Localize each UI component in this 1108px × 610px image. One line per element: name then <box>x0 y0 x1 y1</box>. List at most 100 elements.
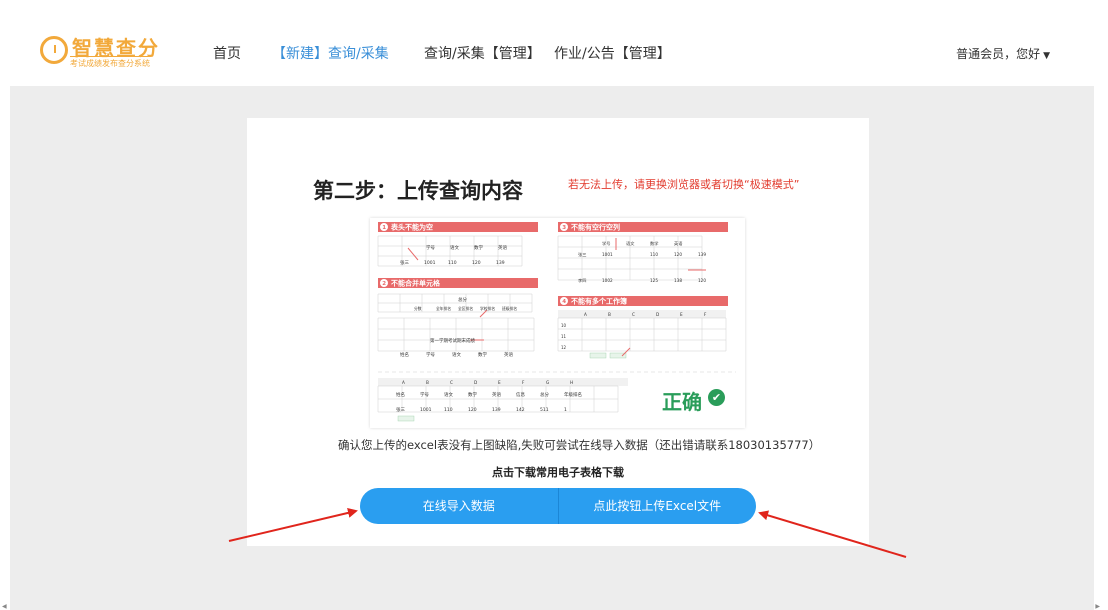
correct-header: 总分 <box>540 391 549 398</box>
section2-title: 不能合并单元格 <box>391 279 441 288</box>
correct-label: 正确 <box>662 390 702 414</box>
correct-header: 学号 <box>420 391 429 398</box>
table1-header: 数学 <box>474 244 483 251</box>
browser-warning: 若无法上传，请更换浏览器或者切换“极速模式” <box>568 178 800 191</box>
online-import-button[interactable]: 在线导入数据 <box>360 488 558 524</box>
table4-sheet1 <box>589 352 607 359</box>
table4-row: 10 <box>561 323 567 328</box>
table1-cell: 120 <box>472 260 481 266</box>
table1-header: 学号 <box>426 244 435 251</box>
nav-homework-manage[interactable]: 作业/公告【管理】 <box>554 43 671 63</box>
table3-cell: 138 <box>674 278 682 283</box>
correct-col: D <box>474 380 477 385</box>
section4-number: 4 <box>562 299 566 305</box>
correct-header: 英语 <box>492 391 501 398</box>
table2-subhead: 分数 <box>414 306 422 311</box>
table2-subhead: 全区排名 <box>458 306 473 311</box>
correct-header: 数学 <box>468 391 477 398</box>
nav-query-manage[interactable]: 查询/采集【管理】 <box>424 43 541 63</box>
correct-cell: 142 <box>516 407 525 413</box>
table3-header: 数学 <box>650 240 658 247</box>
correct-header: 信息 <box>516 391 525 398</box>
table1-header: 英语 <box>498 244 507 251</box>
table2-caption: 第一学期考试期末成绩 <box>430 337 475 344</box>
table2-header: 姓名 <box>400 351 409 358</box>
correct-col: H <box>570 380 573 385</box>
nav-home[interactable]: 首页 <box>213 43 241 63</box>
table2-header: 英语 <box>504 351 513 358</box>
table2-subhead: 班级排名 <box>502 306 517 311</box>
table4-col: E <box>680 312 683 317</box>
table3-cell: 139 <box>698 252 706 257</box>
correct-col: E <box>498 380 501 385</box>
download-template-link[interactable]: 点击下载常用电子表格下载 <box>492 464 624 480</box>
correct-sheet <box>397 415 415 422</box>
table4-col: C <box>632 312 635 317</box>
table3-cell: 110 <box>650 252 658 257</box>
table3-cell: 120 <box>698 278 706 283</box>
scroll-left-icon[interactable]: ◀ <box>2 603 7 610</box>
logo-icon <box>40 36 68 64</box>
table2-subhead: 学校排名 <box>480 306 495 311</box>
correct-header: 语文 <box>444 391 453 398</box>
top-navigation-bar: 智慧查分 考试成绩发布查分系统 首页 【新建】查询/采集 查询/采集【管理】 作… <box>0 0 1108 86</box>
table4-col: B <box>608 312 611 317</box>
table3-header: 学号 <box>602 240 610 247</box>
section1-title: 表头不能为空 <box>390 223 433 232</box>
table1-cell: 张三 <box>400 259 409 266</box>
correct-col: B <box>426 380 429 385</box>
table4-col: A <box>584 312 587 317</box>
table3-header: 语文 <box>626 240 635 247</box>
table3-cell: 125 <box>650 278 658 283</box>
correct-cell: 511 <box>540 407 549 413</box>
scroll-right-icon[interactable]: ▶ <box>1095 603 1100 610</box>
table1-cell: 139 <box>496 260 505 266</box>
correct-colbar <box>378 378 628 386</box>
table2-header: 语文 <box>452 351 461 358</box>
correct-cell: 120 <box>468 407 477 413</box>
caret-down-icon: ▼ <box>1043 51 1050 61</box>
table2-merged: 总分 <box>458 296 467 303</box>
action-button-group: 在线导入数据 点此按钮上传Excel文件 <box>360 488 756 524</box>
correct-cell: 1001 <box>420 407 432 413</box>
site-logo[interactable]: 智慧查分 考试成绩发布查分系统 <box>40 34 158 70</box>
table1-header: 语文 <box>450 244 459 251</box>
upload-note: 确认您上传的excel表没有上图缺陷,失败可尝试在线导入数据（还出错请联系180… <box>338 438 821 452</box>
user-greeting: 普通会员，您好 <box>956 47 1041 61</box>
check-circle-icon: ✔ <box>708 389 725 406</box>
table2-mark1 <box>479 309 488 318</box>
user-menu[interactable]: 普通会员，您好 ▼ <box>956 45 1050 62</box>
section4-title: 不能有多个工作簿 <box>571 297 627 306</box>
table2-subhead: 全年排名 <box>436 306 451 311</box>
table3-cell: 张三 <box>578 251 586 258</box>
correct-header: 姓名 <box>396 391 405 398</box>
table1-cell: 1001 <box>424 260 436 266</box>
logo-subtitle: 考试成绩发布查分系统 <box>70 56 150 69</box>
table4-col: D <box>656 312 659 317</box>
table3-cell: 1002 <box>602 278 613 283</box>
correct-cell: 110 <box>444 407 453 413</box>
section3-title: 不能有空行空列 <box>571 223 620 232</box>
correct-col: C <box>450 380 453 385</box>
correct-col: G <box>546 380 549 385</box>
section1-number: 1 <box>382 225 386 231</box>
table3-cell: 120 <box>674 252 682 257</box>
page-title: 第二步：上传查询内容 <box>313 179 523 203</box>
correct-col: A <box>402 380 405 385</box>
table2-header: 数学 <box>478 351 487 358</box>
table4-row: 11 <box>561 334 567 339</box>
table4-row: 12 <box>561 345 567 350</box>
correct-header: 年级排名 <box>564 391 582 398</box>
upload-excel-button[interactable]: 点此按钮上传Excel文件 <box>557 488 757 524</box>
table3-cell: 1001 <box>602 252 613 257</box>
correct-cell: 1 <box>564 407 567 413</box>
table1-mark <box>407 247 419 261</box>
table3-cell: 李四 <box>578 277 586 283</box>
table2-header: 学号 <box>426 351 435 358</box>
table1-cell: 110 <box>448 260 457 266</box>
correct-cell: 139 <box>492 407 501 413</box>
correct-cell: 张三 <box>396 406 405 413</box>
section2-number: 2 <box>382 281 386 287</box>
table3-header: 英语 <box>674 240 682 247</box>
nav-new-query[interactable]: 【新建】查询/采集 <box>272 43 389 63</box>
